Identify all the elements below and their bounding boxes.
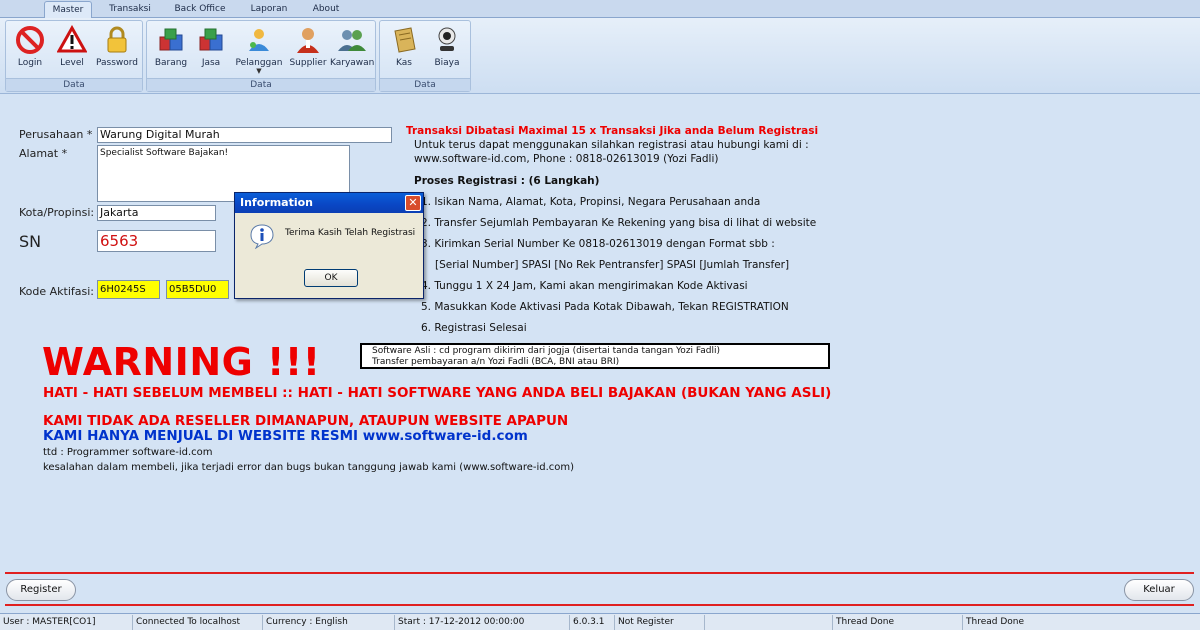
status-version: 6.0.3.1 (570, 615, 615, 630)
step-3-format: [Serial Number] SPASI [No Rek Pentransfe… (435, 259, 790, 271)
step-3: 3. Kirimkan Serial Number Ke 0818-026130… (421, 238, 775, 250)
status-bar: User : MASTER[CO1] Connected To localhos… (0, 613, 1200, 630)
warning-line-1: HATI - HATI SEBELUM MEMBELI :: HATI - HA… (43, 385, 832, 401)
registration-limit-notice: Transaksi Dibatasi Maximal 15 x Transaks… (406, 125, 819, 137)
pelanggan-button[interactable]: Pelanggan ▼ (233, 23, 285, 77)
cash-book-icon (394, 27, 416, 53)
people-icon (338, 30, 366, 51)
dialog-message: Terima Kasih Telah Registrasi (285, 228, 416, 238)
warning-title: WARNING !!! (42, 340, 321, 384)
login-button[interactable]: Login (10, 23, 50, 77)
no-entry-icon (16, 26, 44, 54)
karyawan-button[interactable]: Karyawan (330, 23, 374, 77)
information-dialog: Information ✕ Terima Kasih Telah Registr… (234, 192, 424, 299)
warning-line-3: KAMI HANYA MENJUAL DI WEBSITE RESMI www.… (43, 428, 528, 444)
ribbon-group-data-3: Kas Biaya Data (379, 20, 471, 92)
status-user: User : MASTER[CO1] (0, 615, 133, 630)
kode-aktifasi-label: Kode Aktifasi: (19, 285, 95, 298)
info-line-1: Untuk terus dapat menggunakan silahkan r… (414, 139, 809, 151)
status-connection: Connected To localhost (133, 615, 263, 630)
note-line-2: Transfer pembayaran a/n Yozi Fadli (BCA,… (372, 357, 620, 367)
tab-laporan[interactable]: Laporan (244, 1, 294, 18)
ribbon-group-label: Data (380, 78, 470, 91)
supplier-button[interactable]: Supplier (287, 23, 329, 77)
barang-button[interactable]: Barang (151, 23, 191, 77)
biaya-button[interactable]: Biaya (428, 23, 466, 77)
register-button[interactable]: Register (6, 579, 76, 601)
ribbon-group-data-2: Barang Jasa Pelanggan ▼ Supplier Karyawa… (146, 20, 376, 92)
level-label: Level (60, 58, 84, 68)
supplier-label: Supplier (289, 58, 327, 68)
step-4: 4. Tunggu 1 X 24 Jam, Kami akan mengirim… (421, 280, 748, 292)
info-icon (250, 224, 274, 249)
login-label: Login (17, 58, 43, 68)
original-software-note: Software Asli : cd program dikirim dari … (360, 343, 830, 369)
step-5: 5. Masukkan Kode Aktivasi Pada Kotak Dib… (421, 301, 789, 313)
status-registration: Not Register (615, 615, 705, 630)
level-button[interactable]: Level (52, 23, 92, 77)
kota-label: Kota/Propinsi: (19, 206, 95, 219)
status-start: Start : 17-12-2012 00:00:00 (395, 615, 570, 630)
kota-input[interactable]: Jakarta (97, 205, 216, 221)
steps-title: Proses Registrasi : (6 Langkah) (414, 175, 600, 187)
disclaimer-text: kesalahan dalam membeli, jika terjadi er… (43, 462, 575, 473)
ribbon: Login Level Password Data Barang Jasa Pe… (0, 18, 1200, 94)
sn-input[interactable]: 6563 (97, 230, 216, 252)
info-line-2: www.software-id.com, Phone : 0818-026130… (414, 153, 719, 165)
footer-divider-top (5, 572, 1194, 574)
ribbon-group-data-1: Login Level Password Data (5, 20, 143, 92)
perusahaan-input[interactable]: Warung Digital Murah (97, 127, 392, 143)
karyawan-label: Karyawan (330, 58, 375, 68)
jasa-button[interactable]: Jasa (193, 23, 229, 77)
ok-button[interactable]: OK (304, 269, 358, 287)
tab-back-office[interactable]: Back Office (168, 1, 232, 18)
ribbon-tab-bar: Master Transaksi Back Office Laporan Abo… (0, 0, 1200, 18)
kode-aktifasi-input-1[interactable]: 6H0245S (97, 280, 160, 299)
step-1: 1. Isikan Nama, Alamat, Kota, Propinsi, … (421, 196, 761, 208)
customer-icon (249, 29, 269, 51)
supplier-person-icon (297, 28, 319, 53)
status-thread-2: Thread Done (966, 617, 1025, 627)
status-currency: Currency : English (263, 615, 395, 630)
alamat-label: Alamat * (19, 147, 68, 160)
password-label: Password (95, 58, 139, 68)
chevron-down-icon: ▼ (256, 67, 262, 75)
step-6: 6. Registrasi Selesai (421, 322, 527, 334)
sn-label: SN (19, 232, 42, 251)
boxes-icon (159, 28, 183, 51)
perusahaan-label: Perusahaan * (19, 128, 93, 141)
dialog-title: Information (235, 193, 423, 213)
barang-label: Barang (154, 58, 188, 68)
ribbon-group-label: Data (147, 78, 375, 91)
warning-line-2: KAMI TIDAK ADA RESELLER DIMANAPUN, ATAUP… (43, 413, 569, 429)
password-button[interactable]: Password (94, 23, 140, 77)
note-line-1: Software Asli : cd program dikirim dari … (372, 346, 720, 356)
jasa-label: Jasa (201, 58, 221, 68)
padlock-icon (107, 26, 127, 53)
status-thread-1: Thread Done (833, 615, 963, 630)
ribbon-group-label: Data (6, 78, 142, 91)
tab-about[interactable]: About (305, 1, 347, 18)
boxes-icon (199, 28, 223, 51)
webcam-icon (438, 27, 456, 51)
keluar-button[interactable]: Keluar (1124, 579, 1194, 601)
biaya-label: Biaya (434, 58, 460, 68)
status-empty (705, 615, 833, 630)
tab-transaksi[interactable]: Transaksi (104, 1, 156, 18)
tab-master[interactable]: Master (44, 1, 92, 18)
kas-button[interactable]: Kas (386, 23, 422, 77)
kas-label: Kas (396, 58, 412, 68)
step-2: 2. Transfer Sejumlah Pembayaran Ke Reken… (421, 217, 817, 229)
warning-triangle-icon (57, 25, 87, 53)
footer-divider-bottom (5, 604, 1194, 606)
kode-aktifasi-input-2[interactable]: 05B5DU0 (166, 280, 229, 299)
ttd-text: ttd : Programmer software-id.com (43, 447, 213, 458)
close-icon[interactable]: ✕ (405, 195, 421, 211)
